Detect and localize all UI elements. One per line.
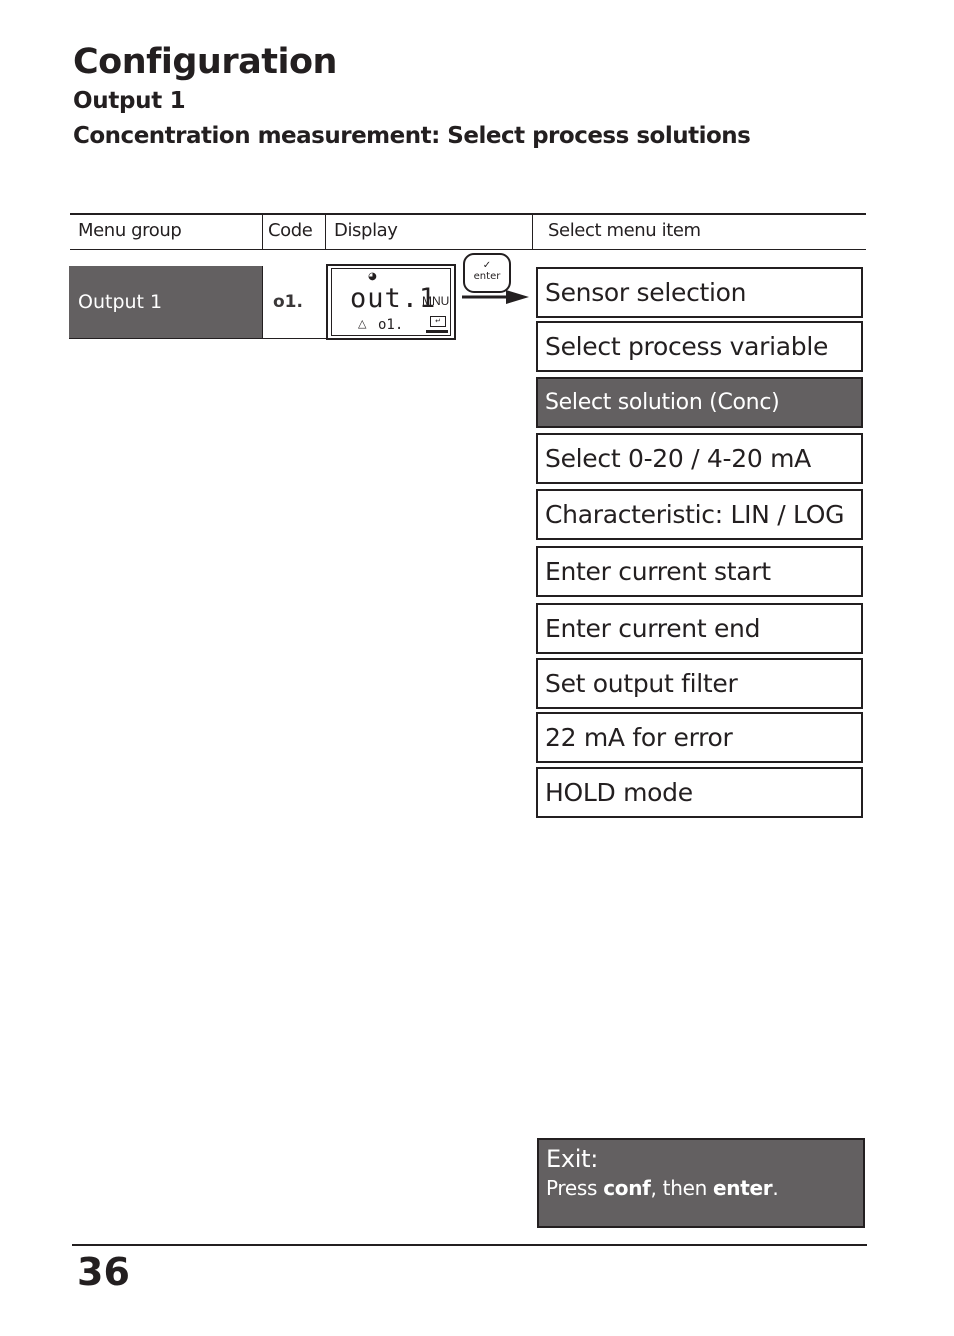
section-subtitle: Output 1 <box>73 88 186 114</box>
column-divider <box>262 214 263 249</box>
exit-title: Exit: <box>546 1145 599 1173</box>
enter-key-text: enter <box>713 1176 773 1200</box>
section-heading: Concentration measurement: Select proces… <box>73 123 751 149</box>
lcd-underline-bar <box>426 330 448 333</box>
menu-group-cell: Output 1 <box>69 266 262 339</box>
column-header-select-menu-item: Select menu item <box>548 220 701 241</box>
column-header-menu-group: Menu group <box>78 220 182 241</box>
menu-item-select-process-variable[interactable]: Select process variable <box>536 321 863 372</box>
menu-item-22ma-for-error[interactable]: 22 mA for error <box>536 712 863 763</box>
code-cell: o1. <box>262 266 326 339</box>
column-header-display: Display <box>334 220 398 241</box>
table-header-bottom-rule <box>70 249 866 250</box>
table-header-top-rule <box>70 213 866 215</box>
page-number: 36 <box>77 1250 130 1294</box>
menu-item-select-current-range[interactable]: Select 0-20 / 4-20 mA <box>536 433 863 484</box>
conf-key-label: conf <box>603 1176 651 1200</box>
exit-text-then: , then <box>650 1176 714 1200</box>
clock-icon: ◕ <box>368 271 377 282</box>
column-divider <box>532 214 533 249</box>
column-header-code: Code <box>268 220 313 241</box>
hold-warning-icon: △ <box>358 317 367 330</box>
checkmark-icon: ✓ <box>482 260 492 271</box>
menu-item-select-solution[interactable]: Select solution (Conc) <box>536 377 863 428</box>
menu-item-hold-mode[interactable]: HOLD mode <box>536 767 863 818</box>
exit-text: Press conf, then enter. <box>546 1174 856 1202</box>
menu-item-enter-current-start[interactable]: Enter current start <box>536 546 863 597</box>
exit-text-end: . <box>772 1176 779 1200</box>
lcd-sub-text: o1. <box>378 317 404 333</box>
footer-rule <box>72 1244 867 1246</box>
exit-text-press: Press <box>546 1176 604 1200</box>
menu-item-characteristic[interactable]: Characteristic: LIN / LOG <box>536 489 863 540</box>
page-title: Configuration <box>73 42 337 82</box>
column-divider <box>325 214 326 249</box>
enter-indicator-icon: ↵ <box>430 316 446 327</box>
menu-item-enter-current-end[interactable]: Enter current end <box>536 603 863 654</box>
exit-instructions-box: Exit: Press conf, then enter. <box>537 1138 865 1228</box>
lcd-mode-text: MNU <box>422 294 450 308</box>
enter-key-button[interactable]: ✓ enter <box>463 253 511 293</box>
enter-key-label: enter <box>473 271 501 282</box>
arrow-right-icon <box>462 290 529 304</box>
lcd-frame: ◕ out.1 MNU △ o1. ↵ <box>331 268 451 336</box>
menu-item-sensor-selection[interactable]: Sensor selection <box>536 267 863 318</box>
lcd-display: ◕ out.1 MNU △ o1. ↵ <box>326 264 456 340</box>
menu-item-set-output-filter[interactable]: Set output filter <box>536 658 863 709</box>
